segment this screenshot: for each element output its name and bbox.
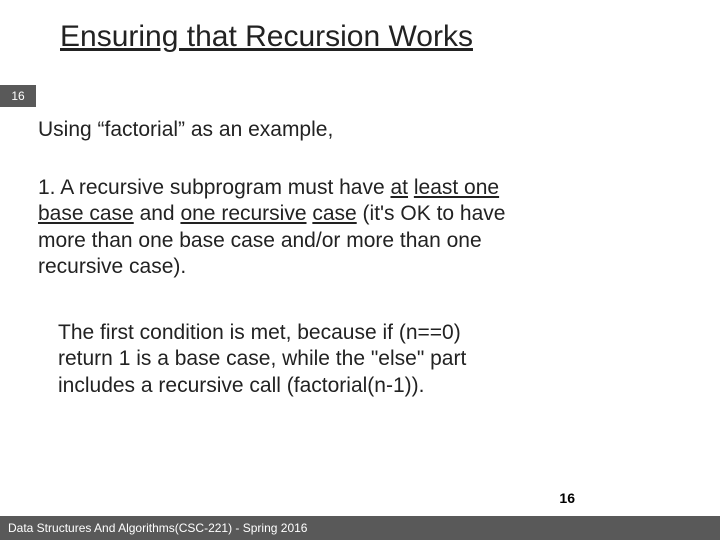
intro-text: Using “factorial” as an example, (38, 118, 333, 142)
explain-text: The first condition is met, because if (… (58, 320, 518, 399)
footer-text: Data Structures And Algorithms(CSC-221) … (0, 516, 720, 540)
point-1-underline-3: one recursive (180, 202, 306, 225)
slide-title: Ensuring that Recursion Works (0, 0, 720, 54)
point-1-prefix: 1. A recursive subprogram must have (38, 176, 391, 199)
point-1: 1. A recursive subprogram must have at l… (38, 175, 518, 280)
point-1-mid: and (134, 202, 181, 225)
side-tag: 16 (0, 85, 36, 107)
point-1-underline-1: at (391, 176, 409, 199)
point-1-underline-4: case (312, 202, 356, 225)
page-number: 16 (559, 490, 575, 506)
